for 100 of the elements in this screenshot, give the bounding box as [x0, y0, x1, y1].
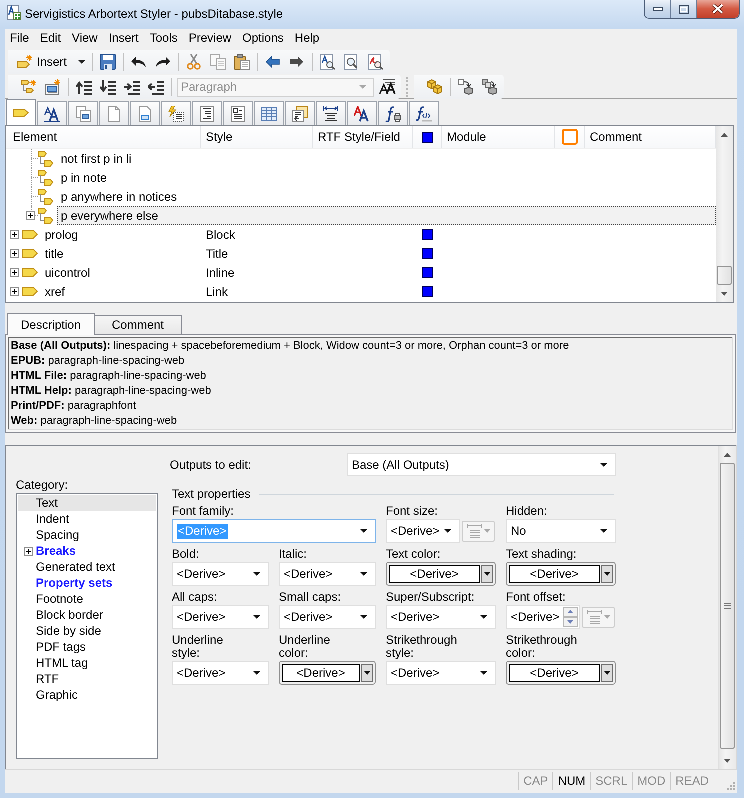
view-tab[interactable]	[192, 101, 222, 125]
move-up-lines-icon[interactable]	[76, 79, 92, 95]
menu-item[interactable]: Insert	[104, 29, 145, 48]
pdf-magnifier-icon[interactable]	[368, 54, 384, 70]
column-header[interactable]: Module	[442, 126, 555, 148]
dropdown[interactable]: <Derive>	[386, 605, 496, 629]
text-magnifier-icon[interactable]	[320, 54, 336, 70]
tree-row[interactable]: prolog Block	[41, 225, 716, 244]
category-item[interactable]: Side by side	[36, 623, 156, 639]
tree-row[interactable]: p in note	[57, 168, 716, 187]
scroll-up-arrow-icon[interactable]	[724, 452, 731, 456]
view-tab[interactable]	[347, 101, 377, 125]
view-tab[interactable]	[223, 101, 253, 125]
scroll-thumb[interactable]	[717, 266, 732, 285]
box-arrow-icon[interactable]	[458, 79, 474, 95]
expand-box-icon[interactable]	[10, 230, 19, 239]
dropdown[interactable]: <Derive>	[172, 605, 269, 629]
expand-box-icon[interactable]	[26, 211, 35, 220]
view-tab[interactable]	[37, 101, 67, 125]
minimize-button[interactable]	[645, 0, 671, 18]
dropdown[interactable]: <Derive>	[172, 661, 269, 685]
outputs-dropdown[interactable]: Base (All Outputs)	[347, 453, 616, 476]
view-tab[interactable]	[68, 101, 98, 125]
move-down-lines-icon[interactable]	[100, 79, 116, 95]
view-tab[interactable]	[409, 101, 439, 125]
scroll-down-arrow-icon[interactable]	[724, 758, 731, 762]
category-item[interactable]: PDF tags	[36, 639, 156, 655]
category-item[interactable]: Breaks	[36, 543, 156, 559]
tree-row[interactable]: title Title	[41, 244, 716, 263]
category-item[interactable]: Footnote	[36, 591, 156, 607]
column-header[interactable]: Element	[6, 126, 201, 148]
dropdown[interactable]: <Derive>	[386, 661, 496, 685]
panel-tab[interactable]: Description	[7, 313, 95, 335]
color-dropdown-button[interactable]	[601, 664, 613, 682]
category-item[interactable]: Spacing	[36, 527, 156, 543]
dropdown[interactable]: <Derive>	[172, 562, 269, 586]
undo-icon[interactable]	[131, 56, 148, 68]
menu-item[interactable]: Preview	[184, 29, 238, 48]
tree-row[interactable]: xref Link	[41, 282, 716, 301]
outdent-lines-icon[interactable]	[148, 79, 164, 95]
view-tab[interactable]	[316, 101, 346, 125]
column-header[interactable]: Style	[201, 126, 313, 148]
tree-row[interactable]: uicontrol Inline	[41, 263, 716, 282]
left-arrow-icon[interactable]	[266, 56, 280, 68]
right-arrow-icon[interactable]	[290, 56, 304, 68]
category-item[interactable]: Indent	[36, 511, 156, 527]
boxes-arrow-icon[interactable]	[482, 79, 498, 95]
tree-row[interactable]: p anywhere in notices	[57, 187, 716, 206]
expand-box-icon[interactable]	[10, 249, 19, 258]
color-picker[interactable]: <Derive>	[506, 661, 616, 685]
close-button[interactable]	[697, 0, 739, 18]
color-dropdown-button[interactable]	[361, 664, 373, 682]
indent-lines-icon[interactable]	[124, 79, 140, 95]
color-dropdown-button[interactable]	[601, 565, 613, 583]
menu-item[interactable]: Tools	[144, 29, 184, 48]
dropdown[interactable]: <Derive>	[279, 562, 376, 586]
category-item[interactable]: RTF	[36, 671, 156, 687]
form-star-icon[interactable]	[45, 79, 61, 95]
scroll-up-arrow-icon[interactable]	[721, 132, 728, 136]
menu-item[interactable]: Edit	[35, 29, 68, 48]
view-tab[interactable]	[161, 101, 191, 125]
category-item[interactable]: Graphic	[36, 687, 156, 703]
color-dropdown-button[interactable]	[481, 565, 493, 583]
expand-box-icon[interactable]	[10, 268, 19, 277]
category-item[interactable]: Property sets	[36, 575, 156, 591]
resize-grip-icon[interactable]	[725, 780, 735, 790]
insert-button[interactable]: Insert	[17, 51, 90, 73]
tree-row[interactable]: p everywhere else	[57, 206, 716, 225]
category-item[interactable]: Block border	[36, 607, 156, 623]
dropdown[interactable]: <Derive>	[386, 519, 460, 543]
square-outline-icon[interactable]	[562, 129, 578, 145]
color-picker[interactable]: <Derive>	[506, 562, 616, 586]
menu-item[interactable]: Options	[238, 29, 290, 48]
panel-tab[interactable]: Comment	[94, 315, 182, 334]
font-lines-icon[interactable]	[378, 79, 396, 95]
color-picker[interactable]: <Derive>	[279, 661, 376, 685]
spin-arrows-icon[interactable]	[563, 607, 578, 627]
scroll-down-arrow-icon[interactable]	[721, 292, 728, 296]
spin-field[interactable]: <Derive>	[506, 605, 580, 629]
dropdown[interactable]: <Derive>	[279, 605, 376, 629]
scissors-icon[interactable]	[187, 54, 202, 70]
clipboard-icon[interactable]	[234, 54, 250, 70]
expand-box-icon[interactable]	[24, 546, 33, 556]
view-tab[interactable]	[378, 101, 408, 125]
square-marker-icon[interactable]	[422, 132, 432, 142]
category-item[interactable]: Generated text	[36, 559, 156, 575]
tag-tree-star-icon[interactable]	[21, 79, 37, 95]
scroll-thumb[interactable]	[720, 463, 735, 749]
menu-item[interactable]: View	[67, 29, 104, 48]
category-item[interactable]: HTML tag	[36, 655, 156, 671]
menu-item[interactable]: File	[5, 29, 36, 48]
expand-box-icon[interactable]	[10, 287, 19, 296]
dropdown[interactable]: No	[506, 519, 616, 543]
cubes-icon[interactable]	[427, 79, 443, 95]
tree-row[interactable]: not first p in li	[57, 149, 716, 168]
color-picker[interactable]: <Derive>	[386, 562, 496, 586]
column-header[interactable]: RTF Style/Field	[313, 126, 413, 148]
menu-item[interactable]: Help	[290, 29, 326, 48]
view-tab[interactable]	[285, 101, 315, 125]
redo-icon[interactable]	[155, 56, 172, 68]
